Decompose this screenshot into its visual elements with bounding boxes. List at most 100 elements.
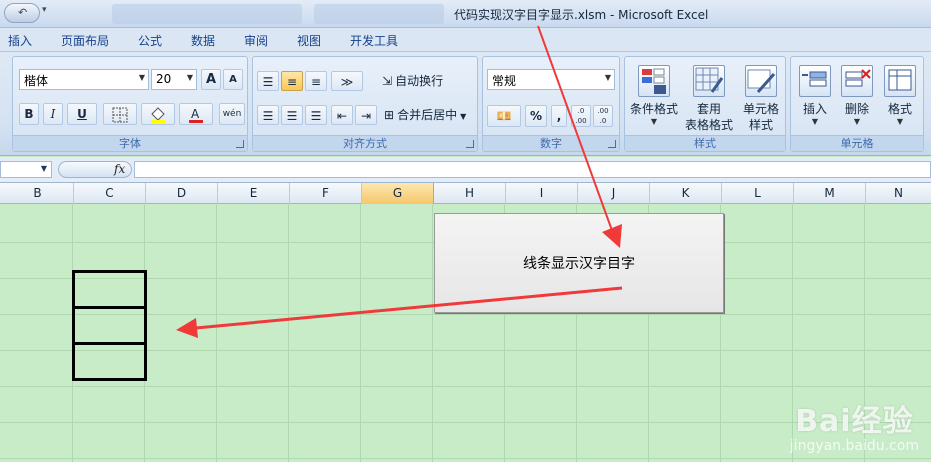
delete-cells-button[interactable]: 删除 ▼ <box>837 65 877 126</box>
watermark-url: jingyan.baidu.com <box>789 438 919 454</box>
styles-group-label: 样式 <box>625 135 785 151</box>
merge-center-label: 合并后居中 <box>397 108 458 122</box>
bordered-cell-c1[interactable] <box>72 270 147 309</box>
delete-cells-icon <box>841 65 873 97</box>
align-top-icon: ☰ <box>262 75 274 89</box>
format-as-table-button[interactable]: 套用 表格格式 <box>681 65 737 133</box>
svg-text:A: A <box>191 107 200 121</box>
format-cells-label: 格式 <box>887 102 912 116</box>
name-box[interactable]: ▼ <box>0 161 52 178</box>
comma-icon: , <box>556 109 562 123</box>
decrease-decimal-icon: .00 .0 <box>597 107 609 125</box>
alignment-dialog-launcher-icon[interactable] <box>466 140 474 148</box>
alignment-group: ☰ ≡ ≡ ≫ ⇲ 自动换行 ☰ ☰ ☰ ⇤ ⇥ ⊞ 合并后居中 ▼ 对齐方式 <box>252 56 478 152</box>
formula-input[interactable] <box>134 161 931 178</box>
delete-cells-label: 删除 <box>844 102 869 116</box>
styles-group: 条件格式 ▼ 套用 表格格式 单元格 样式 样式 <box>624 56 786 152</box>
bordered-cell-c3[interactable] <box>72 342 147 381</box>
align-left-button[interactable]: ☰ <box>257 105 279 125</box>
tab-developer[interactable]: 开发工具 <box>350 32 398 49</box>
cell-styles-button[interactable]: 单元格 样式 <box>737 65 785 133</box>
phonetic-icon: wén <box>222 109 242 119</box>
increase-decimal-button[interactable]: .0 .00 <box>571 105 591 127</box>
format-as-table-label-1: 套用 <box>696 102 721 116</box>
percent-button[interactable]: % <box>525 105 547 127</box>
chevron-down-icon: ▼ <box>650 117 658 126</box>
align-top-button[interactable]: ☰ <box>257 71 279 91</box>
align-middle-button[interactable]: ≡ <box>281 71 303 91</box>
grow-font-button[interactable]: A <box>201 69 221 90</box>
wrap-text-icon: ⇲ <box>382 74 393 88</box>
chevron-down-icon: ▼ <box>853 117 861 126</box>
tab-insert[interactable]: 插入 <box>8 32 32 49</box>
fill-color-button[interactable] <box>141 103 175 125</box>
column-header-b[interactable]: B <box>2 183 74 204</box>
merge-center-button[interactable]: ⊞ 合并后居中 ▼ <box>383 105 475 125</box>
background-window-tab <box>112 4 302 24</box>
tab-view[interactable]: 视图 <box>297 32 321 49</box>
watermark-logo: Bai经验 <box>795 404 914 439</box>
column-header-c[interactable]: C <box>74 183 146 204</box>
align-left-icon: ☰ <box>262 109 274 123</box>
insert-cells-icon <box>799 65 831 97</box>
quick-access-undo-button[interactable]: ↶ <box>4 3 40 23</box>
column-header-l[interactable]: L <box>722 183 794 204</box>
tab-data[interactable]: 数据 <box>191 32 215 49</box>
quick-access-dropdown-icon[interactable]: ▾ <box>42 5 47 15</box>
orientation-button[interactable]: ≫ <box>331 71 363 91</box>
column-header-d[interactable]: D <box>146 183 218 204</box>
underline-button[interactable]: U <box>67 103 97 125</box>
bordered-cell-c2[interactable] <box>72 306 147 345</box>
conditional-format-icon <box>638 65 670 97</box>
underline-icon: U <box>77 107 87 121</box>
decrease-indent-button[interactable]: ⇤ <box>331 105 353 125</box>
column-header-g[interactable]: G <box>362 183 434 204</box>
column-header-n[interactable]: N <box>866 183 931 204</box>
tab-review[interactable]: 审阅 <box>244 32 268 49</box>
column-header-k[interactable]: K <box>650 183 722 204</box>
borders-icon <box>112 107 128 123</box>
tab-page-layout[interactable]: 页面布局 <box>61 32 109 49</box>
shrink-font-icon: A <box>229 74 237 85</box>
increase-indent-button[interactable]: ⇥ <box>355 105 377 125</box>
borders-button[interactable] <box>103 103 137 125</box>
italic-button[interactable]: I <box>43 103 63 125</box>
font-color-icon: A <box>189 107 203 123</box>
decrease-decimal-button[interactable]: .00 .0 <box>593 105 613 127</box>
align-bottom-button[interactable]: ≡ <box>305 71 327 91</box>
insert-function-icon[interactable]: fx <box>114 162 125 176</box>
macro-button[interactable]: 线条显示汉字目字 <box>434 213 724 313</box>
bold-icon: B <box>24 107 34 121</box>
font-color-button[interactable]: A <box>179 103 213 125</box>
number-format-select[interactable]: 常规 ▼ <box>487 69 615 90</box>
tab-formulas[interactable]: 公式 <box>138 32 162 49</box>
font-name-select[interactable]: 楷体 ▼ <box>19 69 149 90</box>
align-right-button[interactable]: ☰ <box>305 105 327 125</box>
conditional-format-button[interactable]: 条件格式 ▼ <box>627 65 681 126</box>
align-bottom-icon: ≡ <box>310 75 322 89</box>
accounting-format-button[interactable]: 💴 <box>487 105 521 127</box>
chevron-down-icon: ▼ <box>138 73 145 82</box>
insert-cells-button[interactable]: 插入 ▼ <box>795 65 835 126</box>
phonetic-button[interactable]: wén <box>219 103 245 125</box>
cell-styles-label-2: 样式 <box>748 118 773 132</box>
text-orientation-icon: ≫ <box>340 75 354 89</box>
column-header-f[interactable]: F <box>290 183 362 204</box>
format-cells-button[interactable]: 格式 ▼ <box>879 65 921 126</box>
column-header-i[interactable]: I <box>506 183 578 204</box>
bold-button[interactable]: B <box>19 103 39 125</box>
shrink-font-button[interactable]: A <box>223 69 243 90</box>
column-headers: B C D E F G H I J K L M N <box>0 183 931 204</box>
column-header-h[interactable]: H <box>434 183 506 204</box>
italic-icon: I <box>50 107 56 121</box>
number-dialog-launcher-icon[interactable] <box>608 140 616 148</box>
font-size-select[interactable]: 20 ▼ <box>151 69 197 90</box>
column-header-j[interactable]: J <box>578 183 650 204</box>
comma-button[interactable]: , <box>551 105 567 127</box>
column-header-e[interactable]: E <box>218 183 290 204</box>
font-dialog-launcher-icon[interactable] <box>236 140 244 148</box>
column-header-m[interactable]: M <box>794 183 866 204</box>
wrap-text-button[interactable]: ⇲ 自动换行 <box>381 71 473 91</box>
align-center-button[interactable]: ☰ <box>281 105 303 125</box>
font-name-value: 楷体 <box>24 74 49 88</box>
